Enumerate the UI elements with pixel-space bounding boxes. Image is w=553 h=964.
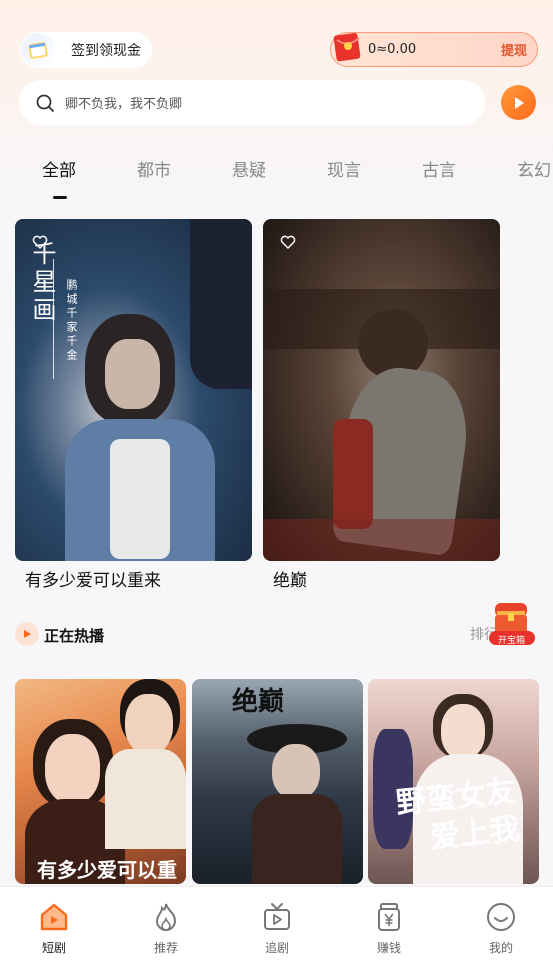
nav-item-recommend[interactable]: 推荐 [136, 901, 196, 956]
hot-card-1[interactable]: 有多少爱可以重来 [15, 679, 186, 884]
nav-label: 赚钱 [376, 941, 401, 955]
heart-icon[interactable] [280, 235, 296, 249]
money-jar-icon [378, 903, 400, 931]
bottom-nav: 短剧 推荐 追剧 赚钱 我的 [0, 886, 553, 964]
carpet-shape [263, 519, 500, 561]
tab-suspense[interactable]: 悬疑 [232, 156, 266, 181]
withdraw-button[interactable]: 提现 [501, 40, 527, 59]
chest-label: 开宝箱 [498, 636, 526, 646]
play-icon [15, 622, 39, 646]
nav-label: 推荐 [153, 941, 178, 955]
flame-icon [155, 903, 177, 931]
nav-item-short-drama[interactable]: 短剧 [24, 901, 84, 956]
figure-shape [190, 219, 252, 389]
search-placeholder: 卿不负我，我不负卿 [65, 97, 183, 112]
wallet-amount: 0≈0.00 [368, 42, 417, 57]
featured-caption-2[interactable]: 绝巅 [273, 566, 307, 591]
category-tabs: 全部 都市 悬疑 现言 古言 玄幻 [0, 150, 553, 200]
wallet-bar[interactable]: 0≈0.00 提现 [330, 32, 538, 67]
checkin-label: 签到领现金 [71, 43, 141, 59]
tab-all[interactable]: 全部 [42, 156, 76, 181]
hot-card-3[interactable]: 野蛮女友 爱上我 [368, 679, 539, 884]
nav-label: 短剧 [41, 941, 66, 955]
treasure-chest-button[interactable]: 开宝箱 [487, 597, 537, 649]
nav-item-mine[interactable]: 我的 [471, 901, 531, 956]
tab-urban[interactable]: 都市 [137, 156, 171, 181]
home-tv-icon [40, 903, 68, 931]
shirt-shape [105, 749, 186, 849]
face-shape [441, 704, 485, 759]
nav-item-following[interactable]: 追剧 [247, 901, 307, 956]
poster-divider [53, 259, 54, 379]
poster-title: 绝巅 [232, 687, 285, 717]
play-button[interactable] [501, 85, 536, 120]
figure-shape [333, 419, 373, 529]
play-icon [514, 96, 524, 109]
face-shape [45, 734, 100, 804]
nav-item-earn[interactable]: 赚钱 [359, 901, 419, 956]
calendar-icon [21, 33, 55, 67]
face-shape [272, 744, 320, 799]
hot-card-2[interactable]: 绝巅 [192, 679, 363, 884]
smile-face-icon [487, 903, 515, 931]
face-shape [125, 694, 173, 754]
tab-fantasy[interactable]: 玄幻 [517, 156, 551, 181]
section-title: 正在热播 [44, 627, 105, 645]
featured-card-2[interactable] [263, 219, 500, 561]
red-envelope-icon [333, 32, 361, 61]
robe-shape [252, 794, 342, 884]
shirt-shape [110, 439, 170, 559]
nav-label: 我的 [488, 941, 513, 955]
tab-underline [53, 196, 67, 199]
face-shape [105, 339, 160, 409]
tv-play-icon [264, 903, 290, 930]
featured-card-1[interactable]: 千星画 鹏城千家千金 [15, 219, 252, 561]
tab-ancient-romance[interactable]: 古言 [422, 156, 456, 181]
poster-subtitle: 鹏城千家千金 [65, 279, 78, 363]
search-bar[interactable]: 卿不负我，我不负卿 [19, 80, 485, 125]
poster-title: 千星画 [28, 241, 56, 325]
poster-title: 有多少爱可以重来 [37, 858, 177, 882]
search-icon [36, 94, 54, 112]
featured-caption-1[interactable]: 有多少爱可以重来 [25, 566, 161, 591]
checkin-button[interactable]: 签到领现金 [20, 32, 152, 68]
nav-label: 追剧 [264, 941, 289, 955]
tab-modern-romance[interactable]: 现言 [327, 156, 361, 181]
poster-title: 野蛮女友 爱上我 [394, 773, 521, 861]
